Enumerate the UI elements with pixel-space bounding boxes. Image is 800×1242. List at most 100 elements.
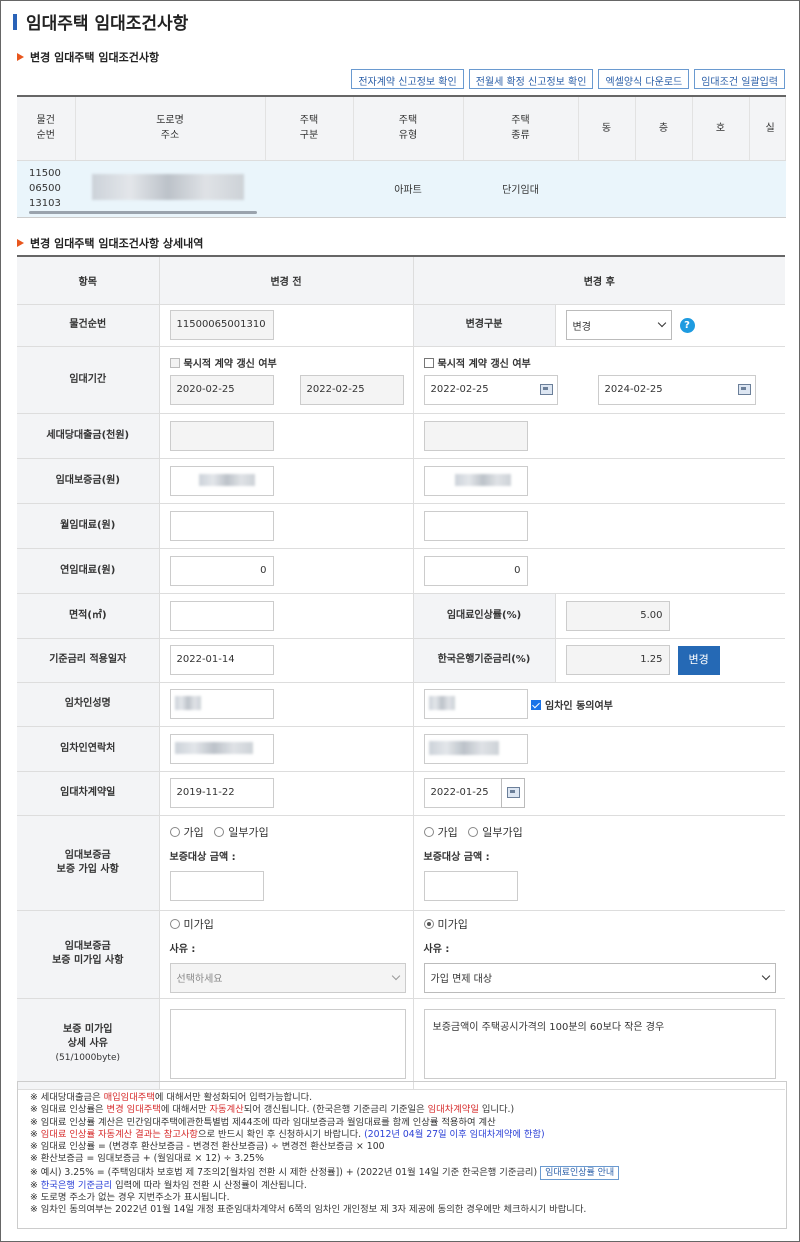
tenant-consent-checkbox[interactable] [531, 699, 541, 710]
note-line: ※ 세대당대출금은 매입임대주택에 대해서만 활성화되어 입력가능합니다. [30, 1092, 313, 1103]
after-contact-field[interactable] [423, 733, 528, 764]
before-reason-select[interactable]: 선택하세요 [169, 962, 406, 993]
before-deposit-field[interactable] [169, 465, 274, 496]
before-end-date[interactable]: 2022-02-25 [299, 374, 404, 405]
after-end-date[interactable]: 2024-02-25 [597, 374, 756, 405]
after-monthly-field[interactable] [423, 510, 528, 541]
notes-box: ※ 세대당대출금은 매입임대주택에 대해서만 활성화되어 입력가능합니다. ※ … [17, 1081, 787, 1229]
label-change-type: 변경구분 [413, 304, 556, 347]
chevron-down-icon [657, 318, 666, 328]
horizontal-scrollbar[interactable] [29, 211, 257, 214]
triangle-bullet-icon [17, 53, 24, 61]
col-room: 실 [749, 95, 786, 161]
before-yearly-field[interactable]: 0 [169, 555, 274, 586]
row-kind: 단기임대 [463, 160, 579, 218]
after-implicit-renewal[interactable]: 묵시적 계약 갱신 여부 [423, 355, 786, 370]
row-serial-change: 물건순번 11500065001310 변경구분 변경? [17, 304, 785, 347]
before-tenant-cell [159, 682, 414, 727]
col-serial: 물건 순번 [17, 95, 76, 161]
before-not-join-radio[interactable] [169, 918, 180, 929]
detail-header-row: 항목 변경 전 변경 후 [17, 255, 785, 305]
before-serial-field[interactable]: 11500065001310 [169, 310, 274, 340]
after-contract-date-field[interactable]: 2022-01-25 [423, 778, 502, 808]
change-type-select[interactable]: 변경 [565, 310, 672, 340]
before-partial-radio[interactable] [214, 827, 225, 837]
before-monthly-field[interactable] [169, 510, 274, 541]
row-tenant: 임차인성명 임차인 동의여부 [17, 682, 785, 727]
after-start-date[interactable]: 2022-02-25 [423, 374, 558, 405]
calendar-icon[interactable] [535, 376, 557, 404]
after-implicit-checkbox[interactable] [423, 357, 434, 368]
before-not-join-cell: 미가입 사유 : 선택하세요 [159, 910, 414, 999]
before-loan-field[interactable] [169, 420, 274, 451]
label-tenant: 임차인성명 [17, 682, 160, 727]
calendar-icon[interactable] [733, 376, 755, 404]
note-line: ※ 도로명 주소가 없는 경우 지번주소가 표시됩니다. [30, 1192, 230, 1204]
after-loan-field[interactable] [423, 420, 528, 451]
section-title-list: 변경 임대주택 임대조건사항 [17, 49, 159, 65]
before-period-cell: 묵시적 계약 갱신 여부 2020-02-25 2022-02-25 [159, 346, 414, 414]
before-deposit-cell [159, 458, 414, 504]
row-contact: 임차인연락처 [17, 726, 785, 772]
after-guarantee-cell: 가입 일부가입 보증대상 금액 : [413, 815, 785, 911]
help-icon[interactable]: ? [679, 317, 695, 333]
before-join-radio[interactable] [169, 827, 180, 837]
after-reason-label: 사유 : [423, 943, 450, 955]
after-join-radio[interactable] [423, 827, 434, 837]
after-deposit-field[interactable] [423, 465, 528, 496]
area-field[interactable] [169, 600, 274, 631]
col-category: 주택 구분 [265, 95, 354, 161]
after-yearly-field[interactable]: 0 [423, 555, 528, 586]
col-item: 항목 [17, 255, 160, 305]
label-guarantee-join: 임대보증금 보증 가입 사항 [17, 815, 160, 911]
before-contract-date-field[interactable]: 2019-11-22 [169, 778, 274, 808]
after-tenant-field[interactable] [423, 689, 528, 719]
bulk-input-button[interactable]: 임대조건 일괄입력 [694, 69, 785, 89]
row-category [265, 160, 354, 218]
after-not-join-radio[interactable] [423, 918, 434, 929]
before-tenant-field[interactable] [169, 689, 274, 719]
before-implicit-checkbox[interactable] [169, 357, 180, 368]
raise-field[interactable]: 5.00 [565, 600, 670, 631]
label-serial: 물건순번 [17, 304, 160, 347]
title-bar-icon [13, 14, 17, 30]
after-partial-radio[interactable] [468, 827, 479, 837]
before-monthly-cell [159, 503, 414, 549]
after-target-amount-field[interactable] [423, 871, 518, 901]
table-row[interactable]: 11500 06500 13103 아파트 단기임대 [17, 160, 786, 218]
note-line: ※ 임대료 인상률 = (변경후 환산보증금 - 변경전 환산보증금) ÷ 변경… [30, 1141, 385, 1153]
raise-guide-button[interactable]: 임대료인상률 안내 [540, 1165, 620, 1180]
row-reason-detail: 보증 미가입 상세 사유 (51/1000byte) 보증금액이 주택공시가격의 1… [17, 998, 785, 1090]
before-start-date[interactable]: 2020-02-25 [169, 374, 274, 405]
blurred-deposit [198, 473, 255, 486]
base-date-field[interactable]: 2022-01-14 [169, 645, 274, 675]
tenant-consent[interactable]: 임차인 동의여부 [531, 699, 613, 712]
contract-date-calendar-button[interactable] [500, 778, 525, 808]
note-line: ※ 임대료 인상률 자동계산 결과는 참고사항으로 반드시 확인 후 신청하시기… [30, 1128, 545, 1140]
chevron-down-icon [761, 971, 770, 980]
row-yearly: 연임대료(원) 0 0 [17, 548, 785, 594]
excel-download-button[interactable]: 엑셀양식 다운로드 [598, 69, 690, 89]
e-contract-info-button[interactable]: 전자계약 신고정보 확인 [351, 69, 464, 89]
triangle-bullet-icon [17, 239, 24, 247]
before-target-amount-field[interactable] [169, 871, 264, 901]
bok-rate-cell: 1.25 변경 [555, 638, 785, 683]
label-guarantee-not-join: 임대보증금 보증 미가입 사항 [17, 910, 160, 999]
after-reason-textarea[interactable]: 보증금액이 주택공시가격의 100분의 60보다 작은 경우 [423, 1008, 776, 1079]
after-monthly-cell [413, 503, 785, 549]
before-reason-textarea[interactable] [169, 1008, 406, 1079]
housing-list-table: 물건 순번 도로명 주소 주택 구분 주택 유형 주택 종류 동 층 호 실 11500 0… [17, 95, 786, 218]
col-unit: 호 [692, 95, 750, 161]
note-line: ※ 임차인 동의여부는 2022년 01월 14일 개정 표준임대차계약서 6쪽… [30, 1204, 587, 1216]
after-reason-select[interactable]: 가입 면제 대상 [423, 962, 776, 993]
blurred-deposit [454, 473, 511, 486]
bok-rate-change-button[interactable]: 변경 [677, 645, 720, 675]
blurred-name [174, 696, 201, 710]
bok-rate-field[interactable]: 1.25 [565, 645, 670, 675]
after-contract-date-cell: 2022-01-25 [413, 771, 785, 816]
label-monthly: 월임대료(원) [17, 503, 160, 549]
before-contact-field[interactable] [169, 733, 274, 764]
note-line: ※ 환산보증금 = 임대보증금 + (월임대료 × 12) ÷ 3.25% [30, 1153, 264, 1165]
lease-report-info-button[interactable]: 전월세 확정 신고정보 확인 [468, 69, 594, 89]
after-loan-cell [413, 413, 785, 459]
